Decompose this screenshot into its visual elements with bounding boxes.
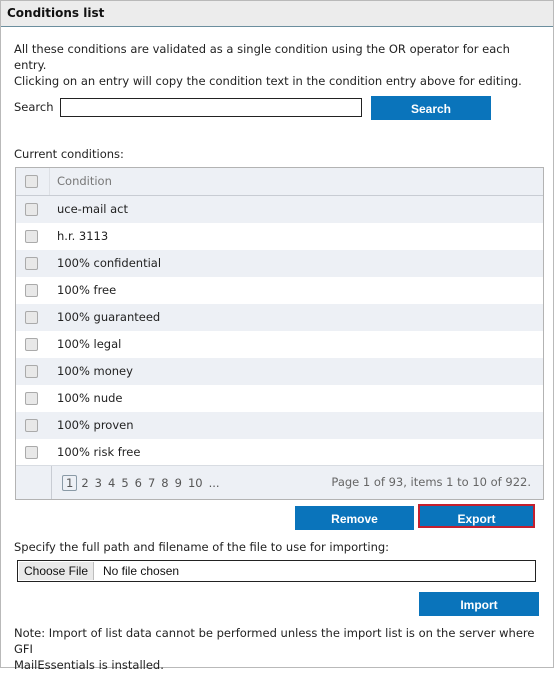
grid-header: Condition	[16, 168, 543, 196]
note-line-2: MailEssentials is installed.	[14, 658, 164, 672]
row-checkbox[interactable]	[25, 446, 38, 459]
page-link[interactable]: 9	[175, 476, 182, 490]
import-note: Note: Import of list data cannot be perf…	[14, 625, 544, 673]
remove-button[interactable]: Remove	[295, 506, 414, 530]
table-row[interactable]: uce-mail act	[16, 196, 543, 223]
search-label: Search	[14, 100, 54, 114]
table-row[interactable]: h.r. 3113	[16, 223, 543, 250]
row-checkbox[interactable]	[25, 257, 38, 270]
condition-text[interactable]: 100% free	[57, 277, 116, 304]
table-row[interactable]: 100% proven	[16, 412, 543, 439]
row-checkbox[interactable]	[25, 365, 38, 378]
select-all-checkbox[interactable]	[25, 175, 38, 188]
page-ellipsis[interactable]: ...	[209, 476, 220, 490]
column-header-condition[interactable]: Condition	[57, 168, 112, 195]
export-button[interactable]: Export	[418, 504, 535, 528]
table-row[interactable]: 100% risk free	[16, 439, 543, 466]
page-info: Page 1 of 93, items 1 to 10 of 922.	[331, 475, 531, 489]
condition-text[interactable]: uce-mail act	[57, 196, 128, 223]
intro-text: All these conditions are validated as a …	[14, 41, 544, 89]
grid-body: uce-mail act h.r. 3113 100% confidential 10…	[16, 196, 543, 466]
current-conditions-label: Current conditions:	[14, 147, 124, 161]
table-row[interactable]: 100% money	[16, 358, 543, 385]
conditions-grid: Condition uce-mail act h.r. 3113 100% conf…	[15, 167, 544, 500]
condition-text[interactable]: 100% guaranteed	[57, 304, 160, 331]
file-status: No file chosen	[103, 564, 180, 578]
page-link[interactable]: 8	[161, 476, 168, 490]
row-checkbox[interactable]	[25, 311, 38, 324]
intro-line-1: All these conditions are validated as a …	[14, 42, 510, 72]
page-link[interactable]: 7	[148, 476, 155, 490]
condition-text[interactable]: h.r. 3113	[57, 223, 108, 250]
pager: 1 2 3 4 5 6 7 8 9 10... Page 1 of 93, items 1 to …	[16, 465, 543, 499]
table-row[interactable]: 100% nude	[16, 385, 543, 412]
condition-text[interactable]: 100% risk free	[57, 439, 140, 466]
row-checkbox[interactable]	[25, 203, 38, 216]
conditions-list-panel: Conditions list All these conditions are…	[0, 0, 554, 672]
condition-text[interactable]: 100% money	[57, 358, 133, 385]
column-divider	[49, 168, 50, 195]
intro-line-2: Clicking on an entry will copy the condi…	[14, 74, 522, 88]
page-link[interactable]: 2	[81, 476, 88, 490]
choose-file-button[interactable]: Choose File	[19, 562, 94, 580]
page-link[interactable]: 1	[62, 475, 78, 491]
search-input[interactable]	[60, 98, 362, 117]
row-checkbox[interactable]	[25, 230, 38, 243]
page-link[interactable]: 3	[95, 476, 102, 490]
import-button[interactable]: Import	[419, 592, 539, 616]
table-row[interactable]: 100% legal	[16, 331, 543, 358]
page-link[interactable]: 5	[121, 476, 128, 490]
table-row[interactable]: 100% guaranteed	[16, 304, 543, 331]
file-input[interactable]: Choose File No file chosen	[17, 560, 536, 582]
pager-divider	[51, 466, 52, 499]
note-line-1: Note: Import of list data cannot be perf…	[14, 626, 535, 656]
import-file-label: Specify the full path and filename of th…	[14, 540, 390, 554]
page-link[interactable]: 10	[188, 476, 203, 490]
page-link[interactable]: 6	[135, 476, 142, 490]
condition-text[interactable]: 100% confidential	[57, 250, 161, 277]
table-row[interactable]: 100% confidential	[16, 250, 543, 277]
search-button[interactable]: Search	[371, 96, 491, 120]
page-links: 1 2 3 4 5 6 7 8 9 10...	[62, 475, 226, 491]
panel-title: Conditions list	[1, 1, 553, 27]
condition-text[interactable]: 100% nude	[57, 385, 123, 412]
row-checkbox[interactable]	[25, 419, 38, 432]
table-row[interactable]: 100% free	[16, 277, 543, 304]
row-checkbox[interactable]	[25, 392, 38, 405]
condition-text[interactable]: 100% proven	[57, 412, 134, 439]
page-link[interactable]: 4	[108, 476, 115, 490]
condition-text[interactable]: 100% legal	[57, 331, 121, 358]
row-checkbox[interactable]	[25, 284, 38, 297]
row-checkbox[interactable]	[25, 338, 38, 351]
